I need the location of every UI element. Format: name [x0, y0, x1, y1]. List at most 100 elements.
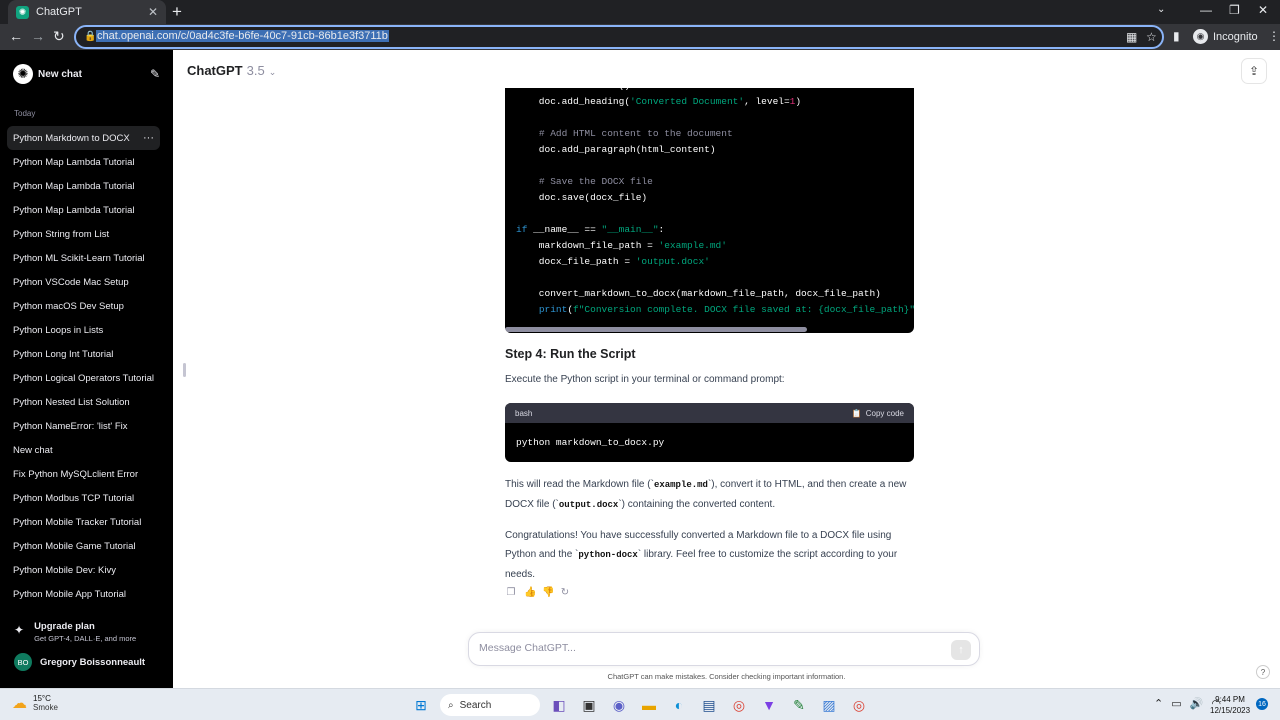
copy-code-button[interactable]: 📋 Copy code — [852, 409, 904, 418]
bash-command: python markdown_to_docx.py — [516, 437, 665, 448]
chrome-incognito-icon[interactable]: ◎ — [848, 694, 870, 716]
back-icon[interactable]: ← — [9, 28, 23, 44]
tray-chevron-icon[interactable]: ⌃ — [1154, 697, 1163, 710]
sidebar-chat-item[interactable]: Python VSCode Mac Setup — [7, 270, 160, 294]
sidebar-chat-title: Python Loops in Lists — [13, 324, 104, 336]
upgrade-plan-button[interactable]: ✦ Upgrade plan Get GPT-4, DALL·E, and mo… — [14, 621, 136, 643]
browser-tab[interactable]: ✺ ChatGPT ✕ — [8, 0, 166, 24]
edge-browser-icon[interactable]: ◐ — [668, 694, 690, 716]
sidebar-chat-title: Python Long Int Tutorial — [13, 348, 114, 360]
tab-search-icon[interactable]: ⌄ — [1157, 4, 1165, 15]
sidebar-chat-title: New chat — [13, 444, 53, 456]
horizontal-scrollbar[interactable] — [505, 327, 807, 332]
sidebar-chat-item[interactable]: Python NameError: 'list' Fix — [7, 414, 160, 438]
sidebar-chat-title: Python Modbus TCP Tutorial — [13, 492, 135, 504]
taskbar-search[interactable]: ⌕ Search — [440, 694, 540, 716]
step-heading: Step 4: Run the Script — [505, 347, 636, 361]
sidebar-chat-item[interactable]: Python Logical Operators Tutorial — [7, 366, 160, 390]
restore-icon[interactable]: ❐ — [1229, 3, 1240, 17]
user-menu[interactable]: BO Gregory Boissonneault — [14, 653, 145, 671]
upgrade-title: Upgrade plan — [34, 621, 95, 632]
sidebar-chat-item[interactable]: Python Loops in Lists — [7, 318, 160, 342]
widgets-icon[interactable]: ◧ — [548, 694, 570, 716]
sidebar-chat-title: Python Mobile Tracker Tutorial — [13, 516, 142, 528]
sidebar-chat-item[interactable]: Python macOS Dev Setup — [7, 294, 160, 318]
taskbar-clock[interactable]: 9:44 PM 12/15/2023 — [1210, 694, 1250, 716]
python-code-block: doc = Document() doc.add_heading('Conver… — [505, 88, 914, 333]
sidebar-chat-title: Python Nested List Solution — [13, 396, 130, 408]
minimize-icon[interactable]: — — [1200, 3, 1212, 17]
sidebar-chat-item[interactable]: Python Mobile Tracker Tutorial — [7, 510, 160, 534]
weather-icon: ☁ — [12, 695, 27, 712]
sidebar-chat-item[interactable]: Python Long Int Tutorial — [7, 342, 160, 366]
sidebar-chat-item[interactable]: Fix Python MySQLclient Error — [7, 462, 160, 486]
editor-icon[interactable]: ✎ — [788, 694, 810, 716]
regenerate-icon[interactable]: ↻ — [560, 587, 570, 598]
side-panel-icon[interactable]: ▮ — [1173, 29, 1180, 43]
browser-menu-icon[interactable]: ⋮ — [1268, 29, 1280, 43]
sidebar-chat-item[interactable]: Python Map Lambda Tutorial — [7, 150, 160, 174]
sidebar-collapse-handle[interactable] — [183, 363, 186, 377]
share-button[interactable]: ⇪ — [1241, 58, 1267, 84]
close-tab-icon[interactable]: ✕ — [148, 5, 158, 19]
sparkle-icon: ✦ — [14, 623, 25, 637]
chat-app-icon[interactable]: ◉ — [608, 694, 630, 716]
sidebar-chat-item[interactable]: Python Mobile App Tutorial — [7, 582, 160, 606]
sidebar-chat-title: Python Mobile App Tutorial — [13, 588, 127, 600]
inline-code-output-docx: output.docx — [558, 500, 619, 510]
search-label: Search — [459, 699, 492, 711]
new-tab-button[interactable]: + — [172, 3, 182, 20]
user-name: Gregory Boissonneault — [40, 656, 146, 668]
url-text[interactable]: chat.openai.com/c/0ad4c3fe-b6fe-40c7-91c… — [96, 30, 389, 42]
reload-icon[interactable]: ↻ — [53, 28, 65, 45]
task-view-icon[interactable]: ▣ — [578, 694, 600, 716]
sidebar-chat-item[interactable]: Python Map Lambda Tutorial — [7, 174, 160, 198]
windows-taskbar: ☁ 15°C Smoke ⊞ ⌕ Search ◧ ▣ ◉ ▬ ◐ ▤ ◎ ▼ … — [0, 688, 1280, 720]
bookmark-star-icon[interactable]: ☆ — [1146, 30, 1157, 44]
forward-icon[interactable]: → — [31, 28, 45, 44]
copy-icon[interactable]: ❐ — [506, 587, 516, 598]
sidebar-chat-title: Python Mobile Dev: Kivy — [13, 564, 116, 576]
sidebar-chat-item[interactable]: Python Modbus TCP Tutorial — [7, 486, 160, 510]
message-actions: ❐ 👍 👎 ↻ — [506, 587, 570, 598]
thumbs-up-icon[interactable]: 👍 — [524, 587, 536, 598]
windows-start-icon[interactable]: ⊞ — [410, 694, 432, 716]
sidebar-chat-item[interactable]: New chat — [7, 438, 160, 462]
edit-icon[interactable]: ✎ — [150, 67, 160, 81]
disclaimer-text: ChatGPT can make mistakes. Consider chec… — [607, 672, 846, 681]
store-icon[interactable]: ▤ — [698, 694, 720, 716]
thumbs-down-icon[interactable]: 👎 — [542, 587, 554, 598]
sidebar-chat-item[interactable]: Python ML Scikit-Learn Tutorial — [7, 246, 160, 270]
file-explorer-icon[interactable]: ▬ — [638, 694, 660, 716]
incognito-indicator[interactable]: ◉ Incognito — [1193, 29, 1258, 44]
model-selector[interactable]: ChatGPT 3.5 ⌄ — [187, 63, 276, 78]
weather-widget[interactable]: ☁ 15°C Smoke — [12, 694, 58, 712]
help-button[interactable]: ? — [1256, 665, 1270, 679]
display-icon[interactable]: ▭ — [1171, 697, 1181, 710]
step-text: Execute the Python script in your termin… — [505, 374, 785, 385]
url-bar[interactable]: 🔒 chat.openai.com/c/0ad4c3fe-b6fe-40c7-9… — [74, 25, 1164, 49]
sidebar-chat-item[interactable]: Python Mobile Game Tutorial — [7, 534, 160, 558]
sidebar-chat-item[interactable]: Python Nested List Solution — [7, 390, 160, 414]
sidebar-chat-item[interactable]: Python Map Lambda Tutorial — [7, 198, 160, 222]
close-window-icon[interactable]: ✕ — [1258, 3, 1268, 17]
send-button[interactable]: ↑ — [951, 640, 971, 660]
code-language-label: bash — [515, 408, 533, 418]
more-options-icon[interactable]: ··· — [143, 132, 154, 144]
volume-icon[interactable]: 🔊 — [1190, 697, 1204, 710]
lock-icon[interactable]: 🔒 — [84, 31, 96, 42]
qr-code-icon[interactable]: ▦ — [1126, 30, 1137, 44]
code-block-header: bash 📋 Copy code — [505, 403, 914, 423]
notification-badge[interactable]: 16 — [1256, 698, 1268, 710]
new-chat-button[interactable]: ✺ New chat ✎ — [6, 61, 160, 87]
weather-condition: Smoke — [33, 703, 58, 712]
sidebar-chat-item[interactable]: Python String from List — [7, 222, 160, 246]
message-input[interactable] — [479, 642, 939, 654]
sidebar-chat-item[interactable]: Python Mobile Dev: Kivy — [7, 558, 160, 582]
sidebar-chat-item[interactable]: Python Markdown to DOCX ··· — [7, 126, 160, 150]
taskbar-apps: ⊞ ⌕ Search ◧ ▣ ◉ ▬ ◐ ▤ ◎ ▼ ✎ ▨ ◎ — [410, 694, 870, 716]
search-icon: ⌕ — [448, 699, 454, 711]
image-editor-icon[interactable]: ▨ — [818, 694, 840, 716]
vpn-icon[interactable]: ▼ — [758, 694, 780, 716]
chrome-icon[interactable]: ◎ — [728, 694, 750, 716]
